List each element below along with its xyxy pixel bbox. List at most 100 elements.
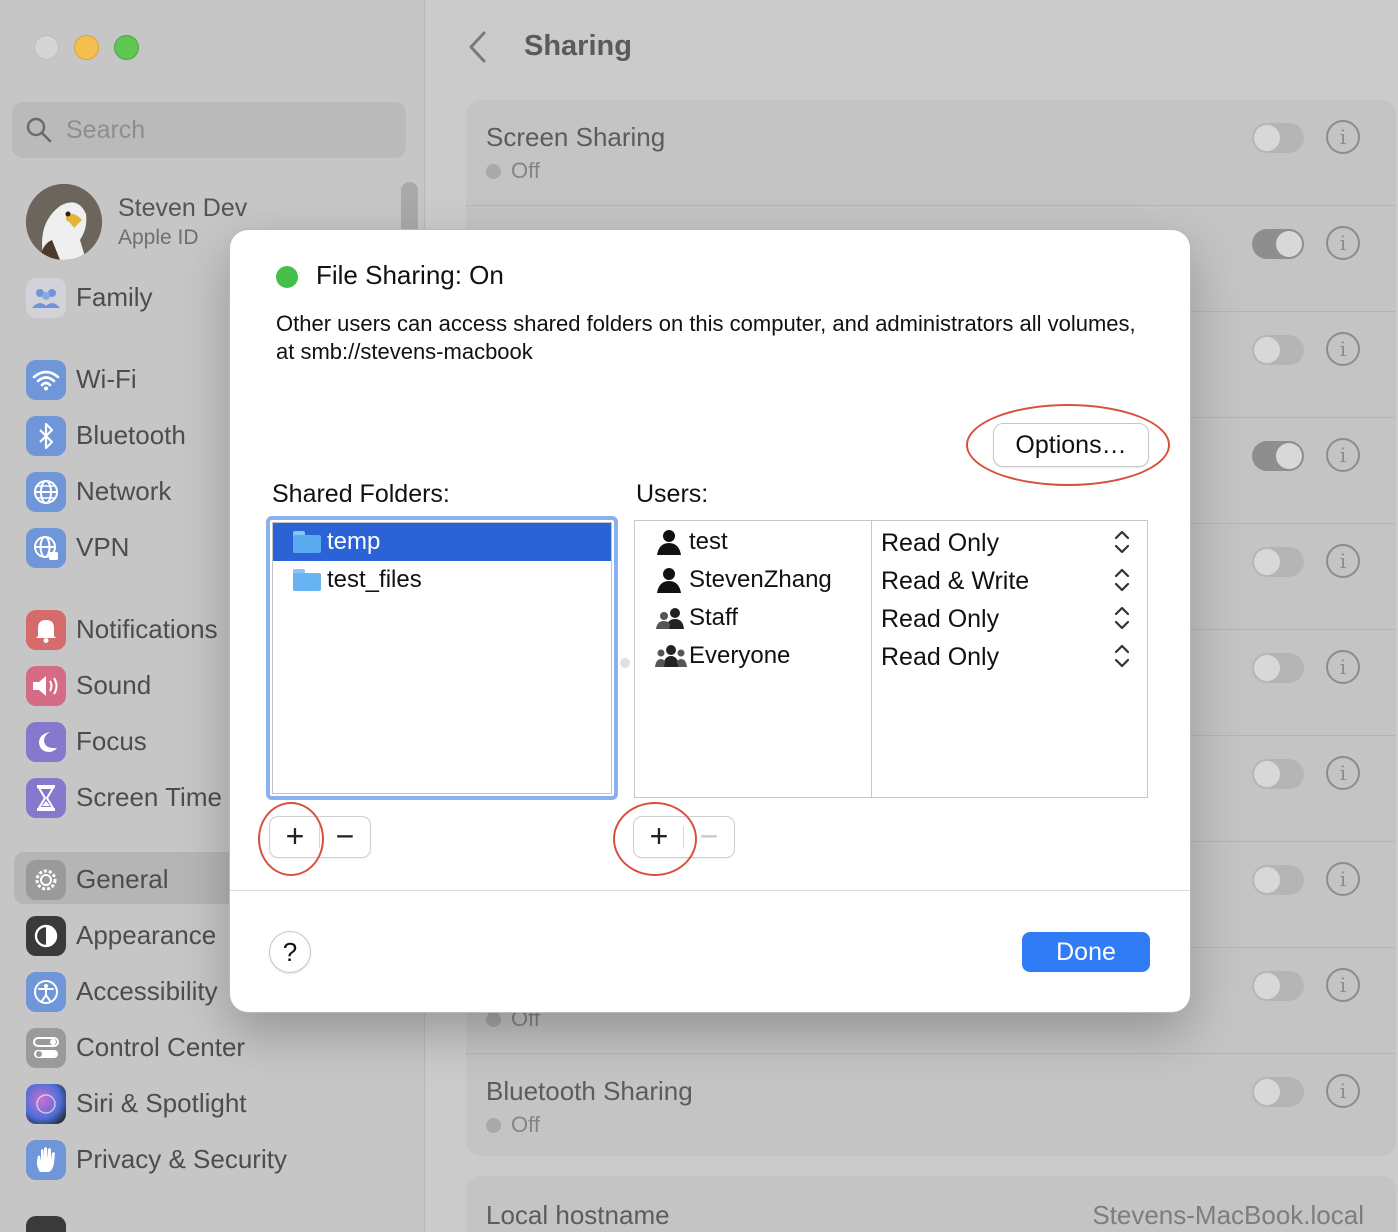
table-row[interactable]: StevenZhang Read & Write [635, 561, 1147, 599]
switches-icon [26, 1028, 66, 1068]
service-toggle[interactable] [1252, 865, 1304, 895]
hostname-label: Local hostname [486, 1200, 670, 1230]
info-icon[interactable]: i [1326, 332, 1360, 366]
status-on-icon [276, 266, 298, 288]
service-toggle[interactable] [1252, 759, 1304, 789]
info-icon[interactable]: i [1326, 650, 1360, 684]
permission-popup[interactable]: Read Only [881, 605, 999, 634]
folder-name: temp [327, 528, 381, 555]
up-down-chevron-icon[interactable] [1113, 528, 1131, 556]
zoom-window-button[interactable] [114, 35, 139, 60]
service-status: Off [486, 158, 540, 184]
up-down-chevron-icon[interactable] [1113, 566, 1131, 594]
close-window-button[interactable] [34, 35, 59, 60]
status-dot-icon [486, 1118, 501, 1133]
user-name-cell: Staff [689, 604, 738, 631]
status-dot-icon [486, 164, 501, 179]
info-icon[interactable]: i [1326, 968, 1360, 1002]
user-name-cell: test [689, 528, 728, 555]
service-title: Screen Sharing [486, 122, 666, 152]
remove-folder-button[interactable]: − [320, 817, 370, 857]
done-button[interactable]: Done [1022, 932, 1150, 972]
sidebar-item-label: Screen Time [76, 782, 222, 812]
sidebar-item-control-center[interactable]: Control Center [14, 1020, 414, 1072]
sidebar-item-label: Sound [76, 670, 152, 700]
permission-popup[interactable]: Read Only [881, 643, 999, 672]
service-toggle[interactable] [1252, 441, 1304, 471]
users-list[interactable]: test Read Only StevenZhang Read & Write … [634, 520, 1148, 798]
bluetooth-icon [26, 416, 66, 456]
info-icon[interactable]: i [1326, 226, 1360, 260]
split-handle[interactable] [620, 658, 630, 668]
sidebar-item-privacy-security[interactable]: Privacy & Security [14, 1132, 414, 1184]
up-down-chevron-icon[interactable] [1113, 604, 1131, 632]
permission-popup[interactable]: Read & Write [881, 567, 1029, 596]
dialog-title: File Sharing: On [316, 260, 504, 290]
page-title: Sharing [524, 30, 632, 62]
info-icon[interactable]: i [1326, 120, 1360, 154]
info-icon[interactable]: i [1326, 1074, 1360, 1108]
search-icon [26, 117, 52, 143]
person-icon [657, 530, 681, 555]
info-icon[interactable]: i [1326, 862, 1360, 896]
sidebar-item-label: Bluetooth [76, 420, 186, 450]
bell-icon [26, 610, 66, 650]
help-button[interactable]: ? [270, 932, 310, 972]
permission-popup[interactable]: Read Only [881, 529, 999, 558]
sidebar-item-label: Appearance [76, 920, 217, 950]
folder-name: test_files [327, 566, 422, 593]
dialog-divider [230, 890, 1190, 891]
list-item[interactable]: temp [273, 523, 611, 561]
service-toggle[interactable] [1252, 229, 1304, 259]
folder-icon [293, 531, 321, 553]
minimize-window-button[interactable] [74, 35, 99, 60]
appearance-icon [26, 916, 66, 956]
family-icon [26, 278, 66, 318]
user-subtitle: Apple ID [118, 226, 199, 249]
info-icon[interactable]: i [1326, 544, 1360, 578]
service-toggle[interactable] [1252, 1077, 1304, 1107]
vpn-globe-icon [26, 528, 66, 568]
shared-folders-list[interactable]: temp test_files [266, 516, 618, 800]
hand-icon [26, 1140, 66, 1180]
table-row[interactable]: Staff Read Only [635, 599, 1147, 637]
info-icon[interactable]: i [1326, 438, 1360, 472]
search-field[interactable]: Search [12, 102, 406, 158]
speaker-icon [26, 666, 66, 706]
service-row: Bluetooth Sharing Off i [466, 1054, 1396, 1160]
sidebar-item-label: Privacy & Security [76, 1144, 287, 1174]
sidebar-item-label: Focus [76, 726, 147, 756]
table-row[interactable]: Everyone Read Only [635, 637, 1147, 675]
info-icon[interactable]: i [1326, 756, 1360, 790]
sidebar-item-label: Family [76, 282, 153, 312]
shared-folders-label: Shared Folders: [272, 480, 450, 508]
dialog-description: Other users can access shared folders on… [276, 311, 1136, 364]
globe-icon [26, 472, 66, 512]
user-name-cell: StevenZhang [689, 566, 832, 593]
back-chevron-icon[interactable] [466, 30, 490, 72]
service-toggle[interactable] [1252, 547, 1304, 577]
file-sharing-dialog: File Sharing: On Other users can access … [230, 230, 1190, 1012]
avatar[interactable] [26, 184, 102, 260]
table-row[interactable]: test Read Only [635, 523, 1147, 561]
service-row: Screen Sharing Off i [466, 100, 1396, 206]
service-toggle[interactable] [1252, 123, 1304, 153]
sidebar-item-label: Network [76, 476, 172, 506]
list-item[interactable]: test_files [273, 561, 611, 599]
sidebar-item-cutoff[interactable] [14, 1208, 414, 1232]
user-name[interactable]: Steven Dev [118, 194, 247, 223]
users-label: Users: [636, 480, 709, 508]
sidebar-item-label: Control Center [76, 1032, 246, 1062]
eagle-avatar-icon [26, 184, 102, 260]
up-down-chevron-icon[interactable] [1113, 642, 1131, 670]
annotation-circle [613, 802, 697, 876]
moon-icon [26, 722, 66, 762]
service-toggle[interactable] [1252, 971, 1304, 1001]
sidebar-item-siri-spotlight[interactable]: Siri & Spotlight [14, 1076, 414, 1128]
annotation-circle [258, 802, 324, 876]
group-large-icon [655, 645, 687, 667]
user-name-cell: Everyone [689, 642, 791, 669]
service-toggle[interactable] [1252, 653, 1304, 683]
folder-icon [293, 569, 321, 591]
service-toggle[interactable] [1252, 335, 1304, 365]
